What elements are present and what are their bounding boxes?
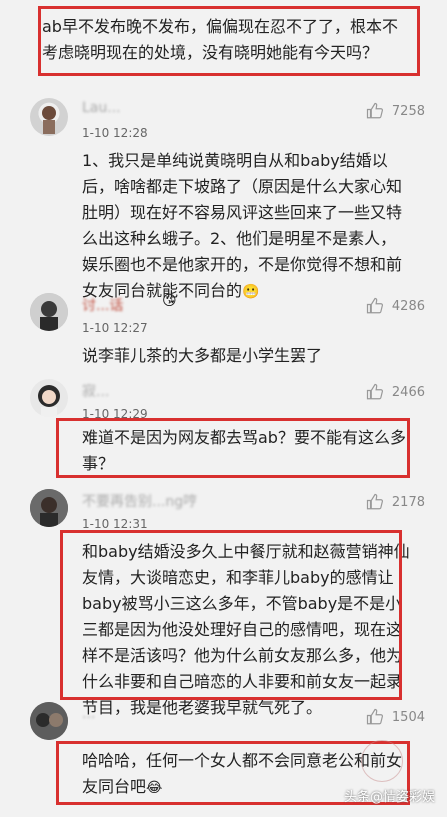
like-count: 2178 (391, 494, 425, 510)
avatar[interactable] (30, 702, 68, 740)
like-button[interactable]: 2178 (366, 493, 425, 511)
like-button[interactable]: 2466 (366, 383, 425, 401)
like-count: 4286 (391, 298, 425, 314)
comment-time: 1-10 12:31 (82, 517, 148, 531)
avatar[interactable] (30, 293, 68, 331)
highlight-box-comment-4 (60, 530, 402, 700)
avatar[interactable] (30, 489, 68, 527)
like-count: 7258 (391, 103, 425, 119)
comment-text: 1、我只是单纯说黄晓明自从和baby结婚以后，啥啥都走下坡路了（原因是什么大家心… (82, 148, 412, 305)
comment-username[interactable]: Lau... (82, 100, 121, 116)
grin-emoji-icon: 😬 (242, 284, 260, 300)
avatar[interactable] (30, 98, 68, 136)
like-count: 2466 (391, 384, 425, 400)
like-button[interactable]: 1504 (366, 708, 425, 726)
highlight-box-top (38, 6, 420, 76)
comment-username[interactable]: 讨...话 (82, 295, 123, 315)
comment-text: 说李菲儿茶的大多都是小学生罢了 (82, 346, 323, 365)
comment-username[interactable]: 不要再告别...ng哼 (82, 491, 197, 511)
emoji-icon: 😘 (162, 293, 177, 309)
thumbs-up-icon (366, 297, 383, 314)
comment-time: 1-10 12:27 (82, 321, 148, 335)
comment-time: 1-10 12:28 (82, 126, 148, 140)
watermark-stamp (361, 740, 403, 782)
thumbs-up-icon (366, 102, 383, 119)
thumbs-up-icon (366, 493, 383, 510)
like-button[interactable]: 7258 (366, 102, 425, 120)
like-count: 1504 (391, 709, 425, 725)
watermark-text: 头条@情姿彩娱 (343, 790, 435, 805)
comment-username[interactable]: ... (82, 706, 95, 722)
thumbs-up-icon (366, 708, 383, 725)
like-button[interactable]: 4286 (366, 297, 425, 315)
thumbs-up-icon (366, 383, 383, 400)
comment-text-content: 1、我只是单纯说黄晓明自从和baby结婚以后，啥啥都走下坡路了（原因是什么大家心… (82, 151, 403, 300)
avatar[interactable] (30, 379, 68, 417)
highlight-box-comment-3 (56, 418, 410, 478)
comment-username[interactable]: 寂... (82, 381, 109, 401)
